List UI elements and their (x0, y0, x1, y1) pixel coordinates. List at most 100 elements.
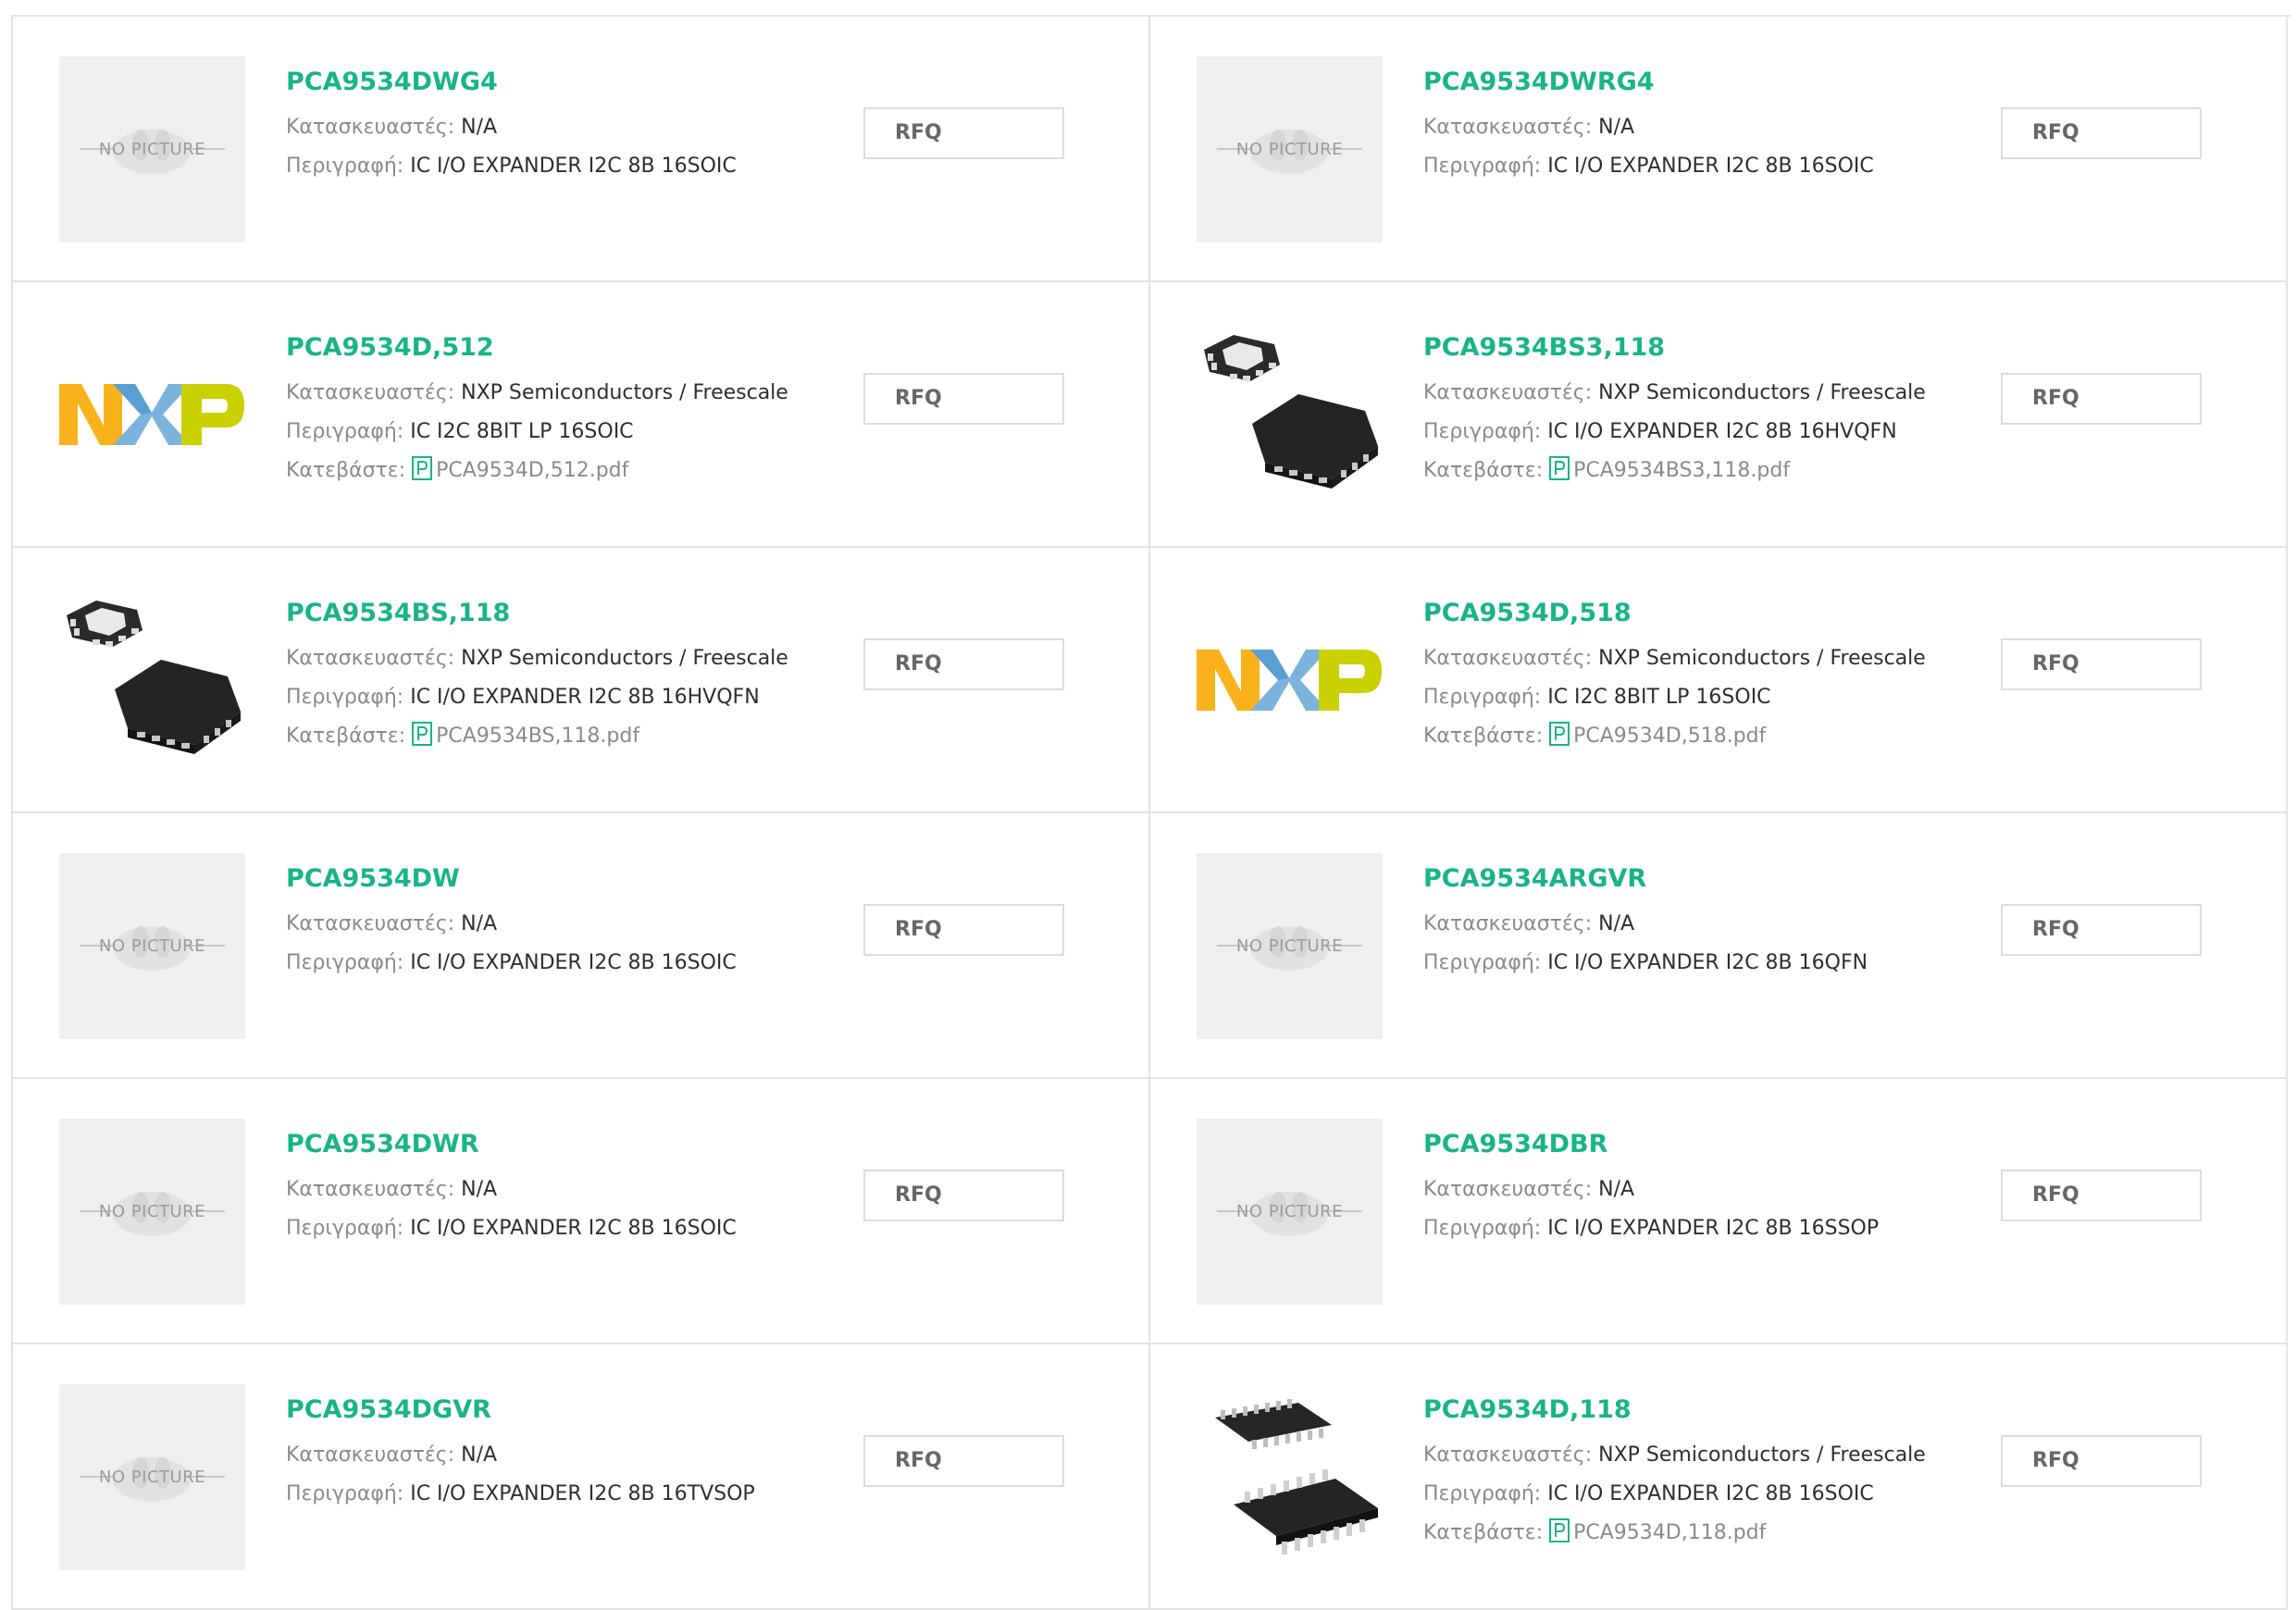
manufacturer-row: Κατασκευαστές: N/A (286, 1170, 841, 1209)
no-picture-image[interactable]: NO PICTURE (1197, 56, 1383, 242)
no-picture-label: NO PICTURE (98, 140, 206, 159)
qfn-chip-image[interactable] (59, 588, 245, 774)
product-name-link[interactable]: PCA9534DGVR (286, 1394, 841, 1426)
pdf-download-link[interactable]: PCA9534D,118.pdf (1573, 1521, 1766, 1544)
product-card: PCA9534D,518 Κατασκευαστές: NXP Semicond… (1150, 548, 2288, 813)
product-card: PCA9534D,512 Κατασκευαστές: NXP Semicond… (13, 282, 1150, 548)
product-name-link[interactable]: PCA9534BS3,118 (1423, 332, 1979, 364)
download-row: Κατεβάστε: PCA9534BS,118.pdf (286, 717, 841, 756)
nxp-logo-image[interactable] (1197, 588, 1383, 774)
rfq-button[interactable]: RFQ (2001, 107, 2202, 159)
download-label: Κατεβάστε: (286, 724, 406, 748)
product-card: NO PICTURE PCA9534DWR Κατασκευαστές: N/A… (13, 1079, 1150, 1344)
description-row: Περιγραφή: IC I2C 8BIT LP 16SOIC (1423, 678, 1979, 717)
soic-chip-image[interactable] (1197, 1384, 1383, 1570)
product-card: PCA9534BS,118 Κατασκευαστές: NXP Semicon… (13, 548, 1150, 813)
description-value: IC I2C 8BIT LP 16SOIC (410, 420, 634, 443)
rfq-button[interactable]: RFQ (863, 1435, 1064, 1487)
no-picture-image[interactable]: NO PICTURE (59, 853, 245, 1039)
manufacturer-label: Κατασκευαστές: (286, 116, 455, 139)
rfq-button[interactable]: RFQ (863, 107, 1064, 159)
nxp-logo-icon (59, 384, 244, 445)
description-row: Περιγραφή: IC I/O EXPANDER I2C 8B 16SOIC (1423, 1475, 1979, 1514)
product-card: PCA9534D,118 Κατασκευαστές: NXP Semicond… (1150, 1344, 2288, 1610)
description-row: Περιγραφή: IC I2C 8BIT LP 16SOIC (286, 413, 841, 452)
description-label: Περιγραφή: (1423, 951, 1542, 974)
no-picture-image[interactable]: NO PICTURE (59, 1384, 245, 1570)
description-value: IC I/O EXPANDER I2C 8B 16SOIC (1547, 155, 1874, 178)
pdf-download-link[interactable]: PCA9534BS,118.pdf (436, 724, 639, 748)
product-name-link[interactable]: PCA9534BS,118 (286, 598, 841, 629)
pdf-download-link[interactable]: PCA9534BS3,118.pdf (1573, 459, 1790, 482)
no-picture-label: NO PICTURE (1235, 140, 1344, 159)
manufacturer-value: NXP Semiconductors / Freescale (1598, 647, 1926, 670)
manufacturer-value: N/A (461, 1178, 498, 1201)
rfq-button[interactable]: RFQ (863, 373, 1064, 425)
product-info: PCA9534DGVR Κατασκευαστές: N/A Περιγραφή… (286, 1394, 841, 1514)
rfq-button[interactable]: RFQ (2001, 1435, 2202, 1487)
no-picture-image[interactable]: NO PICTURE (1197, 853, 1383, 1039)
pdf-download-link[interactable]: PCA9534D,518.pdf (1573, 724, 1766, 748)
product-info: PCA9534DW Κατασκευαστές: N/A Περιγραφή: … (286, 863, 841, 983)
description-label: Περιγραφή: (286, 686, 404, 709)
product-name-link[interactable]: PCA9534D,118 (1423, 1394, 1979, 1426)
description-value: IC I/O EXPANDER I2C 8B 16HVQFN (410, 686, 760, 709)
product-info: PCA9534ARGVR Κατασκευαστές: N/A Περιγραφ… (1423, 863, 1979, 983)
download-label: Κατεβάστε: (1423, 724, 1544, 748)
soic-chip-icon (1215, 1399, 1378, 1554)
product-name-link[interactable]: PCA9534DWG4 (286, 67, 841, 98)
rfq-button[interactable]: RFQ (2001, 1170, 2202, 1221)
product-card: NO PICTURE PCA9534DW Κατασκευαστές: N/A … (13, 813, 1150, 1079)
manufacturer-label: Κατασκευαστές: (1423, 647, 1593, 670)
product-name-link[interactable]: PCA9534D,512 (286, 332, 841, 364)
product-card: NO PICTURE PCA9534ARGVR Κατασκευαστές: N… (1150, 813, 2288, 1079)
qfn-chip-icon (67, 601, 241, 754)
manufacturer-row: Κατασκευαστές: N/A (286, 1436, 841, 1475)
manufacturer-value: NXP Semiconductors / Freescale (1598, 381, 1926, 404)
rfq-button[interactable]: RFQ (2001, 904, 2202, 956)
no-picture-label: NO PICTURE (98, 1468, 206, 1487)
description-row: Περιγραφή: IC I/O EXPANDER I2C 8B 16HVQF… (286, 678, 841, 717)
description-value: IC I2C 8BIT LP 16SOIC (1547, 686, 1771, 709)
qfn-chip-image[interactable] (1197, 322, 1383, 508)
description-value: IC I/O EXPANDER I2C 8B 16SSOP (1547, 1217, 1880, 1240)
product-name-link[interactable]: PCA9534DWRG4 (1423, 67, 1979, 98)
download-row: Κατεβάστε: PCA9534D,118.pdf (1423, 1514, 1979, 1553)
manufacturer-row: Κατασκευαστές: N/A (1423, 108, 1979, 147)
product-info: PCA9534D,518 Κατασκευαστές: NXP Semicond… (1423, 598, 1979, 756)
description-value: IC I/O EXPANDER I2C 8B 16SOIC (410, 1217, 737, 1240)
manufacturer-value: NXP Semiconductors / Freescale (461, 381, 788, 404)
product-name-link[interactable]: PCA9534ARGVR (1423, 863, 1979, 895)
product-info: PCA9534DBR Κατασκευαστές: N/A Περιγραφή:… (1423, 1129, 1979, 1248)
rfq-button[interactable]: RFQ (863, 1170, 1064, 1221)
rfq-button[interactable]: RFQ (2001, 638, 2202, 690)
product-card: NO PICTURE PCA9534DWG4 Κατασκευαστές: N/… (13, 17, 1150, 282)
nxp-logo-image[interactable] (59, 322, 245, 508)
qfn-chip-icon (1204, 335, 1378, 489)
pdf-file-icon (412, 456, 433, 480)
product-info: PCA9534DWRG4 Κατασκευαστές: N/A Περιγραφ… (1423, 67, 1979, 186)
rfq-button[interactable]: RFQ (2001, 373, 2202, 425)
description-row: Περιγραφή: IC I/O EXPANDER I2C 8B 16SOIC (286, 944, 841, 983)
manufacturer-value: N/A (461, 1443, 498, 1467)
product-name-link[interactable]: PCA9534DBR (1423, 1129, 1979, 1160)
description-label: Περιγραφή: (1423, 155, 1542, 178)
product-name-link[interactable]: PCA9534D,518 (1423, 598, 1979, 629)
manufacturer-value: N/A (461, 912, 498, 935)
manufacturer-value: N/A (1598, 912, 1635, 935)
description-value: IC I/O EXPANDER I2C 8B 16QFN (1547, 951, 1868, 974)
product-name-link[interactable]: PCA9534DWR (286, 1129, 841, 1160)
product-info: PCA9534BS3,118 Κατασκευαστές: NXP Semico… (1423, 332, 1979, 490)
description-value: IC I/O EXPANDER I2C 8B 16SOIC (410, 155, 737, 178)
no-picture-image[interactable]: NO PICTURE (59, 1119, 245, 1305)
no-picture-image[interactable]: NO PICTURE (59, 56, 245, 242)
rfq-button[interactable]: RFQ (863, 638, 1064, 690)
description-label: Περιγραφή: (286, 420, 404, 443)
download-label: Κατεβάστε: (1423, 1521, 1544, 1544)
no-picture-image[interactable]: NO PICTURE (1197, 1119, 1383, 1305)
product-name-link[interactable]: PCA9534DW (286, 863, 841, 895)
rfq-button[interactable]: RFQ (863, 904, 1064, 956)
pdf-download-link[interactable]: PCA9534D,512.pdf (436, 459, 628, 482)
manufacturer-row: Κατασκευαστές: NXP Semiconductors / Free… (286, 639, 841, 678)
description-row: Περιγραφή: IC I/O EXPANDER I2C 8B 16SOIC (286, 1209, 841, 1248)
